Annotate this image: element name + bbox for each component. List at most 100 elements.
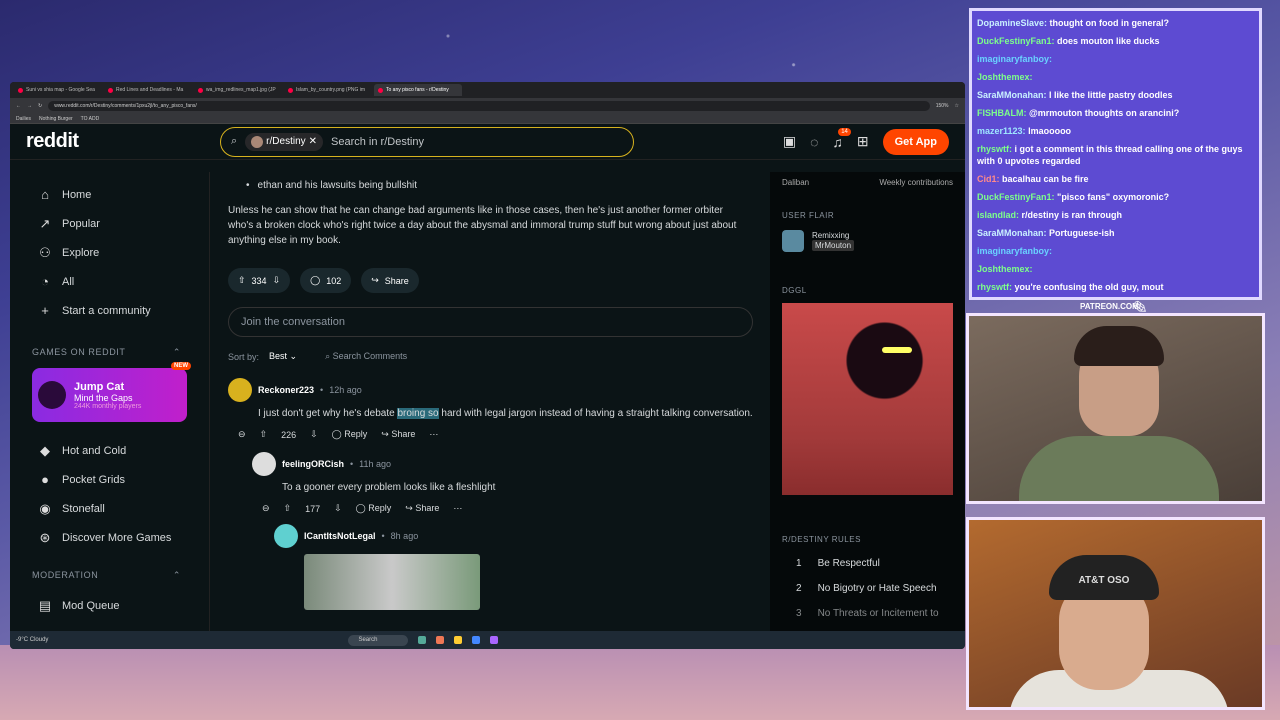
reload-icon[interactable]: ↻: [38, 103, 42, 109]
app-icon[interactable]: [436, 636, 445, 644]
chat-username[interactable]: Joshthemex:: [977, 264, 1033, 274]
user-flair[interactable]: Remixxing MrMouton: [782, 230, 953, 252]
taskbar-search[interactable]: Search: [348, 634, 409, 646]
sort-dropdown[interactable]: Best ⌄: [269, 351, 297, 362]
browser-tab[interactable]: Islam_by_country.png (PNG im: [284, 84, 372, 96]
browser-tab[interactable]: Red Lines and Deadlines - Ma: [104, 84, 192, 96]
collapse-icon[interactable]: ⊖: [238, 429, 246, 440]
bookmark-item[interactable]: TO ADD: [81, 116, 100, 122]
avatar[interactable]: [228, 378, 252, 402]
browser-tab[interactable]: Suni vs shia map - Google Sea: [14, 84, 102, 96]
game-item[interactable]: ◆ Hot and Cold: [22, 436, 197, 465]
address-field[interactable]: www.reddit.com/r/Destiny/comments/1pxu2j…: [48, 101, 930, 111]
explore-icon: ⚇: [39, 244, 51, 260]
get-app-button[interactable]: Get App: [882, 128, 949, 155]
avatar[interactable]: [252, 452, 276, 476]
share-button[interactable]: ↪ Share: [381, 429, 415, 440]
comment-username[interactable]: feelingORCish: [282, 459, 344, 469]
rule-item[interactable]: 3 No Threats or Incitement to: [782, 608, 953, 619]
notification-icon[interactable]: ♫ 14: [832, 127, 851, 150]
chat-username[interactable]: rhyswtf:: [977, 144, 1012, 154]
rule-item[interactable]: 1 Be Respectful: [782, 558, 953, 569]
chat-username[interactable]: FISHBALM:: [977, 108, 1027, 118]
chat-username[interactable]: Joshthemex:: [977, 72, 1033, 82]
sidebar-item-popular[interactable]: ↗ Popular: [22, 209, 197, 238]
game-item[interactable]: ◉ Stonefall: [22, 494, 197, 523]
downvote-icon[interactable]: ⇩: [310, 429, 318, 440]
chat-icon[interactable]: ◌: [810, 134, 818, 150]
zoom-level[interactable]: 150%: [936, 103, 949, 109]
sidebar-item-home[interactable]: ⌂ Home: [22, 180, 197, 209]
vote-control[interactable]: ⇧ 334 ⇩: [228, 268, 291, 293]
chat-username[interactable]: Cid1:: [977, 174, 1000, 184]
subreddit-chip[interactable]: r/Destiny ✕: [245, 132, 324, 151]
upvote-icon[interactable]: ⇧: [284, 503, 292, 514]
sidebar-item-mod-queue[interactable]: ▤ Mod Queue: [22, 591, 197, 620]
back-icon[interactable]: ←: [16, 103, 21, 109]
share-button[interactable]: ↪ Share: [405, 503, 439, 514]
chat-username[interactable]: DuckFestinyFan1:: [977, 36, 1055, 46]
featured-game-card[interactable]: Jump Cat Mind the Gaps 244K monthly play…: [32, 362, 191, 422]
upvote-icon[interactable]: ⇧: [238, 275, 246, 286]
chat-username[interactable]: imaginaryfanboy:: [977, 246, 1052, 256]
chat-username[interactable]: SaraMMonahan:: [977, 228, 1047, 238]
person-cap: AT&T OSO: [1049, 555, 1159, 600]
sidebar-item-all[interactable]: ◔ All: [22, 267, 197, 296]
browser-tab[interactable]: wa_img_redlines_map1.jpg (JP: [194, 84, 282, 96]
chat-username[interactable]: rhyswtf:: [977, 282, 1012, 292]
downvote-icon[interactable]: ⇩: [334, 503, 342, 514]
join-conversation-input[interactable]: Join the conversation: [228, 307, 753, 337]
comment-username[interactable]: ICantItsNotLegal: [304, 531, 376, 541]
browser-tab-active[interactable]: To any pisco fans - r/Destiny: [374, 84, 462, 96]
reply-button[interactable]: ◯ Reply: [356, 503, 392, 514]
chat-username[interactable]: SaraMMonahan:: [977, 90, 1047, 100]
weather-widget[interactable]: -9°C Cloudy: [16, 637, 48, 643]
share-button[interactable]: ↪ Share: [361, 268, 419, 293]
collapse-icon[interactable]: ⊖: [262, 503, 270, 514]
sidebar-item-start-community[interactable]: + Start a community: [22, 296, 197, 325]
chat-text: @mrmouton thoughts on arancini?: [1029, 108, 1180, 118]
app-icon[interactable]: [490, 636, 499, 644]
chat-username[interactable]: DopamineSlave:: [977, 18, 1047, 28]
game-icon: ◆: [40, 442, 50, 458]
downvote-icon[interactable]: ⇩: [273, 275, 281, 286]
person-hair: [1074, 326, 1164, 366]
app-icon[interactable]: [472, 636, 481, 644]
game-item[interactable]: ● Pocket Grids: [22, 465, 197, 494]
advertise-icon[interactable]: ▣: [783, 133, 796, 150]
comment-image[interactable]: [304, 554, 480, 610]
create-post-icon[interactable]: ⊞: [857, 133, 869, 150]
chat-username[interactable]: DuckFestinyFan1:: [977, 192, 1055, 202]
games-section-title[interactable]: GAMES ON REDDIT ⌃: [22, 347, 197, 358]
rule-item[interactable]: 2 No Bigotry or Hate Speech: [782, 583, 953, 594]
bookmark-item[interactable]: Dailies: [16, 116, 31, 122]
reply-button[interactable]: ◯ Reply: [332, 429, 368, 440]
upvote-icon[interactable]: ⇧: [260, 429, 268, 440]
reddit-logo[interactable]: reddit: [26, 130, 220, 153]
game-item[interactable]: ⊛ Discover More Games: [22, 523, 197, 552]
comment-username[interactable]: Reckoner223: [258, 385, 314, 395]
more-icon[interactable]: ⋯: [453, 503, 462, 514]
sidebar-item-explore[interactable]: ⚇ Explore: [22, 238, 197, 267]
more-icon[interactable]: ⋯: [429, 429, 438, 440]
app-icon[interactable]: [418, 636, 427, 644]
share-icon: ↪: [371, 275, 379, 285]
chat-username[interactable]: islandlad:: [977, 210, 1019, 220]
close-icon[interactable]: ✕: [309, 136, 317, 147]
search-comments[interactable]: ⌕ Search Comments: [325, 351, 407, 362]
chat-text: Portuguese-ish: [1049, 228, 1115, 238]
chat-username[interactable]: imaginaryfanboy:: [977, 54, 1052, 64]
star-icon[interactable]: ☆: [955, 103, 959, 109]
reddit-header: reddit ⌕ r/Destiny ✕ Search in r/Destiny …: [10, 124, 965, 160]
forward-icon[interactable]: →: [27, 103, 32, 109]
dggl-game-image[interactable]: [782, 303, 953, 495]
chat-text: you're confusing the old guy, mout: [1014, 282, 1164, 292]
app-icon[interactable]: [454, 636, 463, 644]
search-bar[interactable]: ⌕ r/Destiny ✕ Search in r/Destiny: [220, 126, 634, 157]
bookmark-item[interactable]: Nothing Burger: [39, 116, 73, 122]
chat-username[interactable]: mazer1123:: [977, 126, 1026, 136]
comments-button[interactable]: ◯ 102: [300, 268, 352, 293]
moderation-section-title[interactable]: MODERATION ⌃: [22, 570, 197, 581]
avatar[interactable]: [274, 524, 298, 548]
search-input[interactable]: Search in r/Destiny: [331, 136, 424, 148]
